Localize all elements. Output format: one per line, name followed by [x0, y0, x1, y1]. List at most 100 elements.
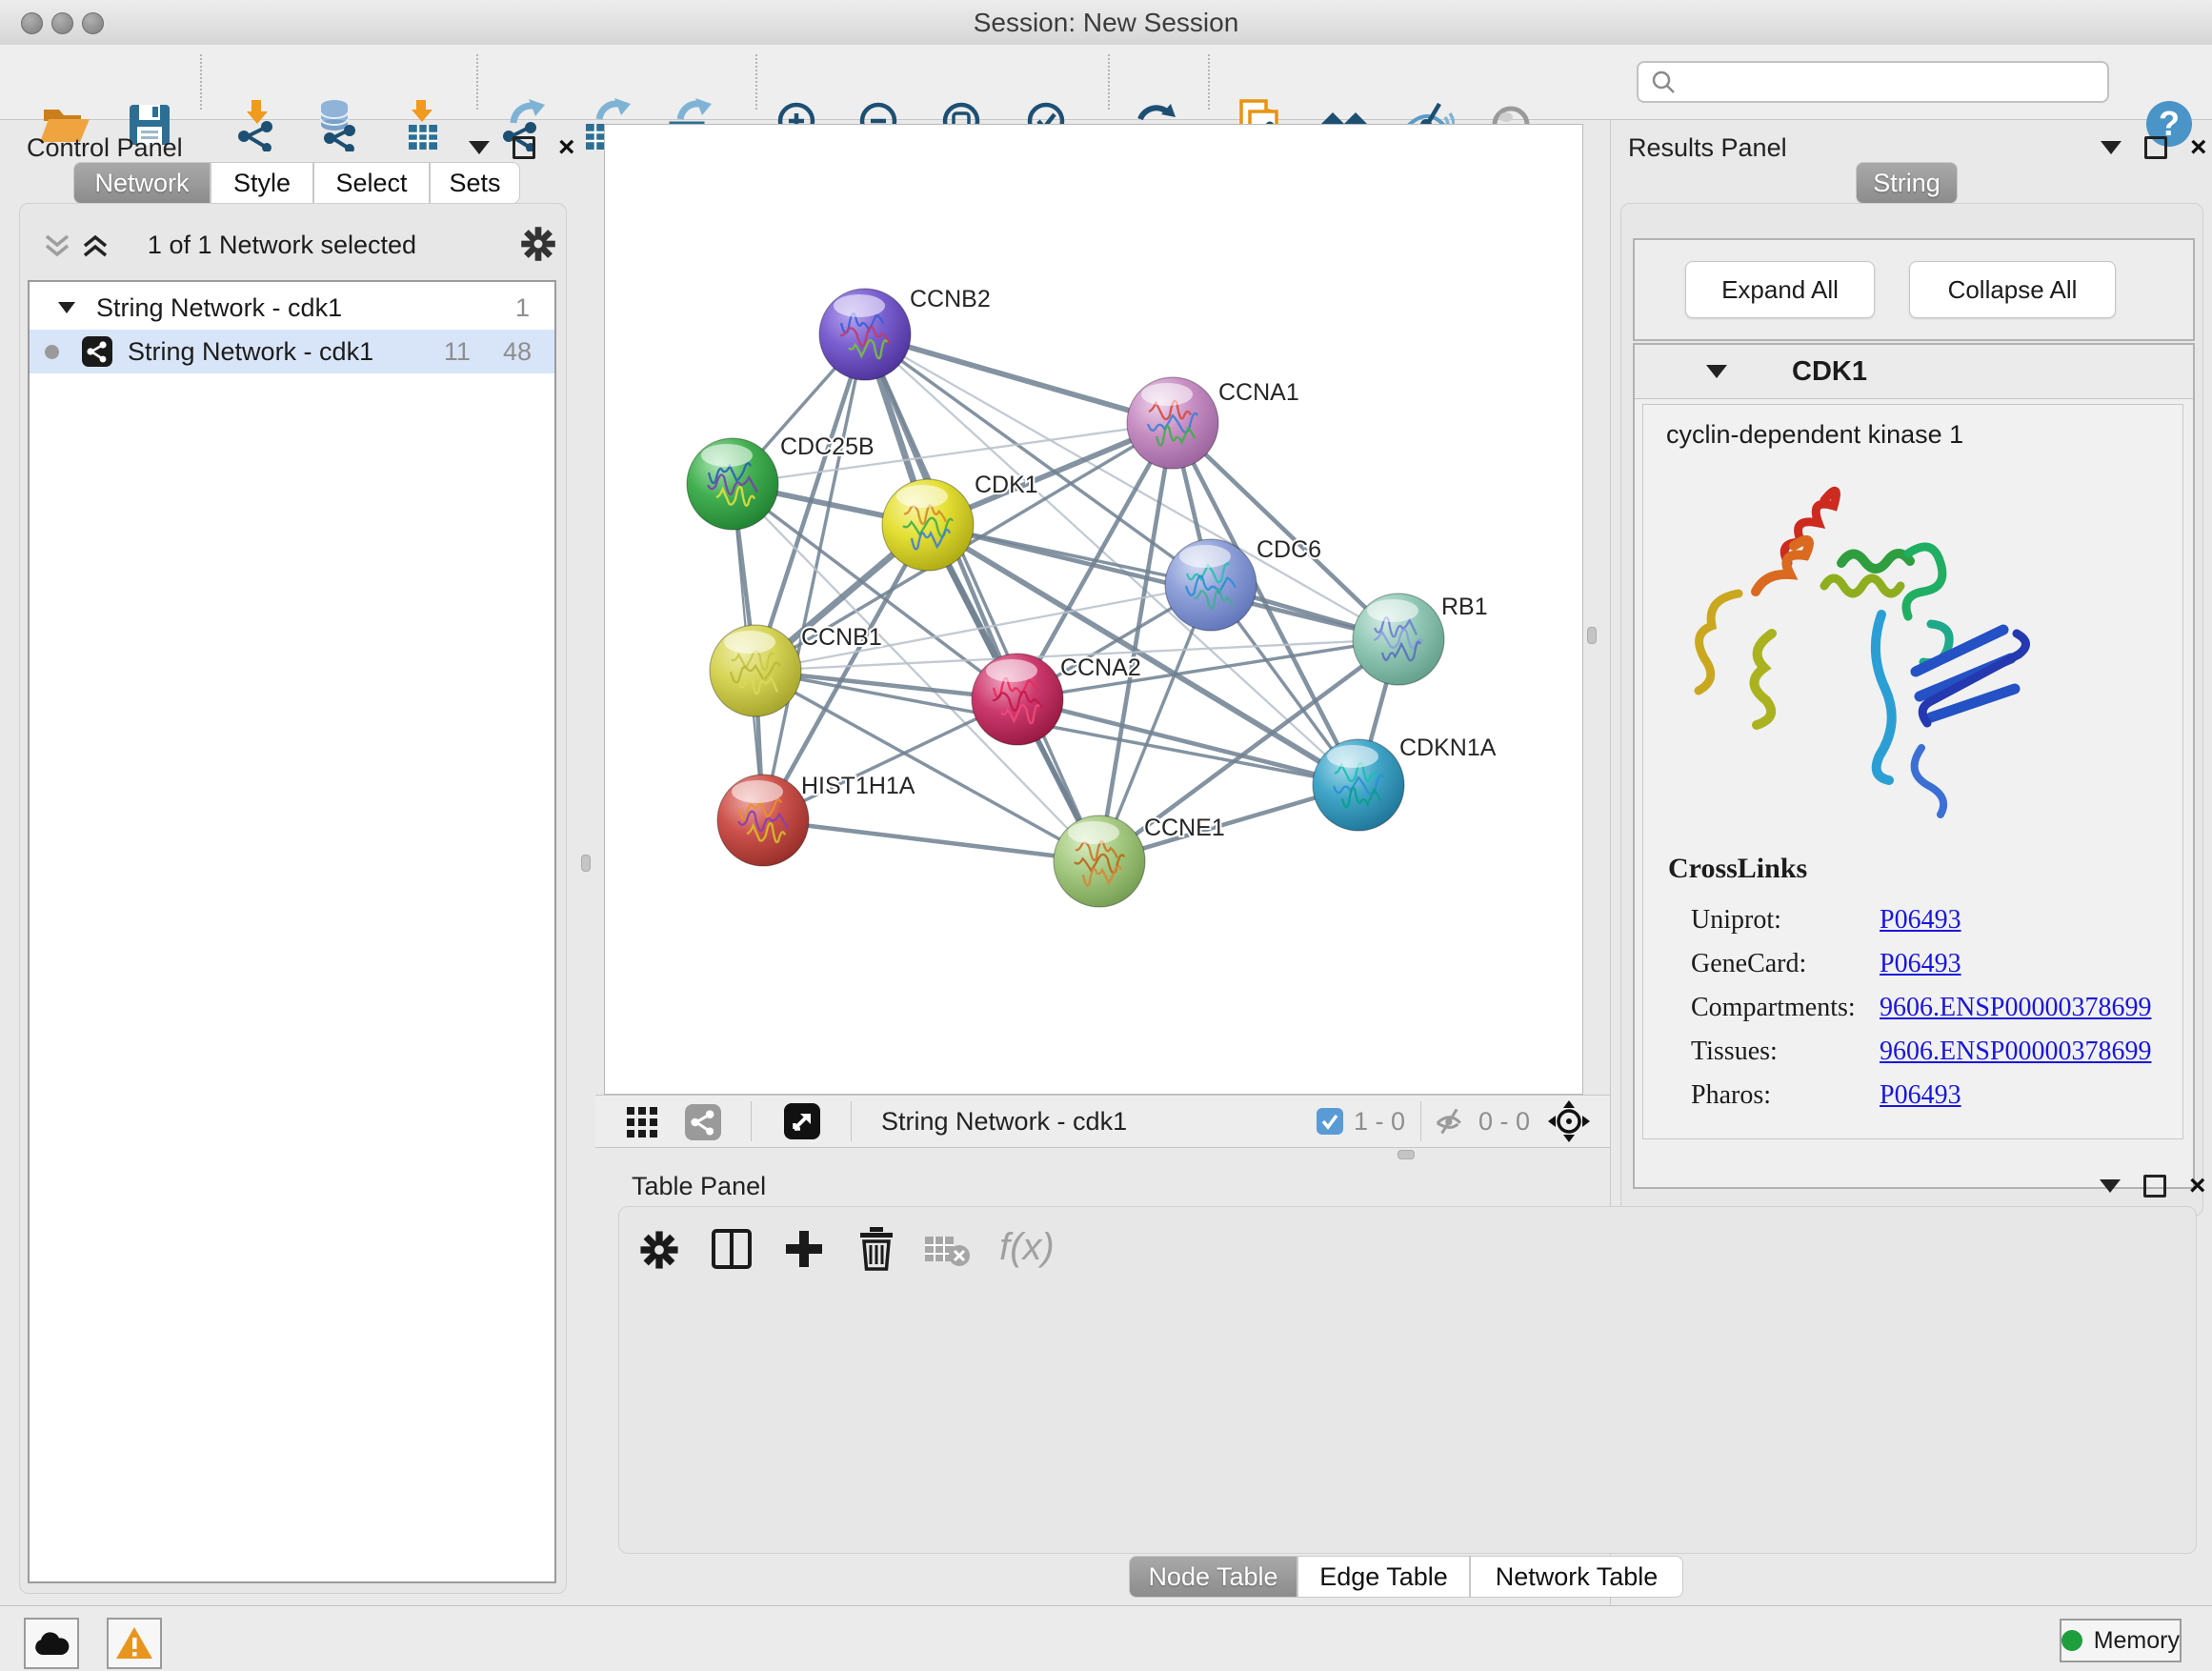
network-small-icon [685, 1104, 721, 1140]
tab-edge-table[interactable]: Edge Table [1297, 1556, 1470, 1598]
tab-node-table[interactable]: Node Table [1129, 1556, 1297, 1598]
network-graph: CCNB2CCNA1CDC25BCDK1CDC6RB1CCNB1CCNA2CDK… [605, 125, 1582, 1094]
node-cdc25b[interactable] [687, 438, 778, 530]
selected-checkbox-icon[interactable] [1317, 1108, 1343, 1135]
control-panel-title: Control Panel [27, 133, 183, 163]
float-panel-icon[interactable] [2143, 1175, 2166, 1198]
network-collection-row[interactable]: String Network - cdk1 1 [30, 286, 554, 330]
search-input[interactable] [1637, 61, 2109, 103]
memory-button[interactable]: Memory [2060, 1619, 2182, 1662]
gene-description: cyclin-dependent kinase 1 [1666, 420, 1963, 450]
edge-hist1h1a-ccne1[interactable] [763, 820, 1099, 861]
gear-icon[interactable] [638, 1229, 680, 1271]
control-panel: Control Panel × Network Style Select Set… [0, 119, 595, 1605]
columns-icon[interactable] [710, 1227, 754, 1271]
svg-text:f(x): f(x) [999, 1226, 1055, 1268]
crosslink-value[interactable]: 9606.ENSP00000378699 [1880, 1030, 2151, 1074]
network-icon [82, 336, 112, 367]
tab-network-table[interactable]: Network Table [1470, 1556, 1683, 1598]
gene-expander-icon[interactable] [1706, 365, 1727, 378]
window-title: Session: New Session [0, 8, 2212, 38]
collapse-panel-icon[interactable] [469, 141, 490, 154]
toolbar-separator [1208, 54, 1210, 110]
hidden-eye-icon[interactable] [1434, 1107, 1466, 1136]
edge-ccnb2-ccna1[interactable] [865, 334, 1173, 423]
node-label-ccnb1: CCNB1 [801, 624, 882, 651]
network-canvas[interactable]: CCNB2CCNA1CDC25BCDK1CDC6RB1CCNB1CCNA2CDK… [604, 124, 1583, 1095]
results-panel-window-buttons: × [2101, 136, 2207, 159]
crosslink-value[interactable]: P06493 [1880, 1074, 1961, 1117]
delete-table-icon [923, 1233, 971, 1267]
expand-all-button[interactable]: Expand All [1685, 261, 1875, 318]
gear-icon[interactable] [519, 225, 557, 263]
trash-icon[interactable] [855, 1225, 898, 1271]
close-panel-icon[interactable]: × [2189, 1178, 2206, 1195]
crosslink-value[interactable]: P06493 [1880, 898, 1961, 942]
expand-all-icon[interactable] [79, 232, 111, 259]
panel-divider-handle[interactable] [1587, 627, 1597, 644]
crosslink-row: Pharos:P06493 [1691, 1074, 2167, 1117]
node-cdc6[interactable] [1165, 539, 1257, 631]
birds-eye-view-icon[interactable] [626, 1106, 658, 1138]
node-label-hist1h1a: HIST1H1A [801, 773, 915, 799]
close-panel-icon[interactable]: × [2190, 139, 2207, 156]
collapse-panel-icon[interactable] [2100, 1179, 2121, 1193]
tab-network[interactable]: Network [73, 162, 211, 204]
collapse-all-button[interactable]: Collapse All [1909, 261, 2116, 318]
node-label-cdk1: CDK1 [975, 472, 1038, 498]
hidden-counts: 0 - 0 [1478, 1107, 1530, 1137]
toolbar-separator [200, 54, 202, 110]
cloud-status-button[interactable] [24, 1618, 79, 1669]
tree-expander-icon[interactable] [58, 302, 75, 313]
memory-status-dot [2061, 1630, 2082, 1651]
tab-string[interactable]: String [1856, 162, 1958, 204]
network-tab-panel: 1 of 1 Network selected String Network -… [19, 203, 567, 1594]
node-ccna2[interactable] [972, 654, 1063, 745]
tab-select[interactable]: Select [313, 162, 430, 204]
collapse-panel-icon[interactable] [2101, 141, 2122, 154]
crosslinks-list: Uniprot:P06493 GeneCard:P06493 Compartme… [1691, 898, 2167, 1117]
node-ccna1[interactable] [1127, 377, 1218, 469]
close-panel-icon[interactable]: × [558, 139, 575, 156]
node-label-cdc25b: CDC25B [780, 433, 875, 460]
open-in-window-icon[interactable] [784, 1103, 820, 1139]
tab-sets[interactable]: Sets [430, 162, 520, 204]
tab-style[interactable]: Style [211, 162, 313, 204]
collapse-all-icon[interactable] [41, 232, 73, 259]
panel-divider-handle[interactable] [581, 855, 591, 872]
node-ccnb2[interactable] [819, 289, 911, 380]
collection-name: String Network - cdk1 [96, 293, 342, 323]
node-label-ccna2: CCNA2 [1060, 654, 1141, 681]
crosslink-row: Uniprot:P06493 [1691, 898, 2167, 942]
gene-section: CDK1 cyclin-dependent kinase 1 [1633, 343, 2195, 1189]
warning-status-button[interactable] [107, 1618, 162, 1669]
fit-selected-icon[interactable] [1548, 1100, 1590, 1142]
node-ccne1[interactable] [1054, 815, 1145, 907]
node-rb1[interactable] [1353, 594, 1444, 685]
network-view-title: String Network - cdk1 [881, 1107, 1127, 1137]
node-count: 11 [444, 337, 471, 367]
separator [1420, 1101, 1421, 1141]
node-cdk1[interactable] [882, 479, 974, 571]
collection-count: 1 [515, 293, 530, 323]
current-network-dot [45, 345, 59, 359]
node-cdkn1a[interactable] [1313, 739, 1404, 831]
gene-header[interactable]: CDK1 [1635, 345, 2193, 399]
crosslink-value[interactable]: 9606.ENSP00000378699 [1880, 986, 2151, 1030]
float-panel-icon[interactable] [2144, 136, 2167, 159]
edge-ccna2-cdkn1a[interactable] [1017, 699, 1358, 785]
edge-ccnb2-hist1h1a[interactable] [763, 334, 865, 820]
edge-cdk1-rb1[interactable] [928, 525, 1398, 639]
separator [851, 1101, 852, 1141]
title-bar: Session: New Session [0, 0, 2212, 46]
panel-divider-handle[interactable] [1398, 1150, 1415, 1159]
toolbar-separator [1108, 54, 1110, 110]
plus-icon[interactable] [782, 1227, 826, 1271]
network-row-selected[interactable]: String Network - cdk1 11 48 [30, 330, 554, 373]
main-toolbar: ? [0, 45, 2212, 120]
float-panel-icon[interactable] [513, 136, 535, 159]
node-hist1h1a[interactable] [717, 775, 809, 866]
node-label-ccna1: CCNA1 [1218, 379, 1299, 406]
node-ccnb1[interactable] [710, 625, 801, 716]
crosslink-value[interactable]: P06493 [1880, 942, 1961, 986]
